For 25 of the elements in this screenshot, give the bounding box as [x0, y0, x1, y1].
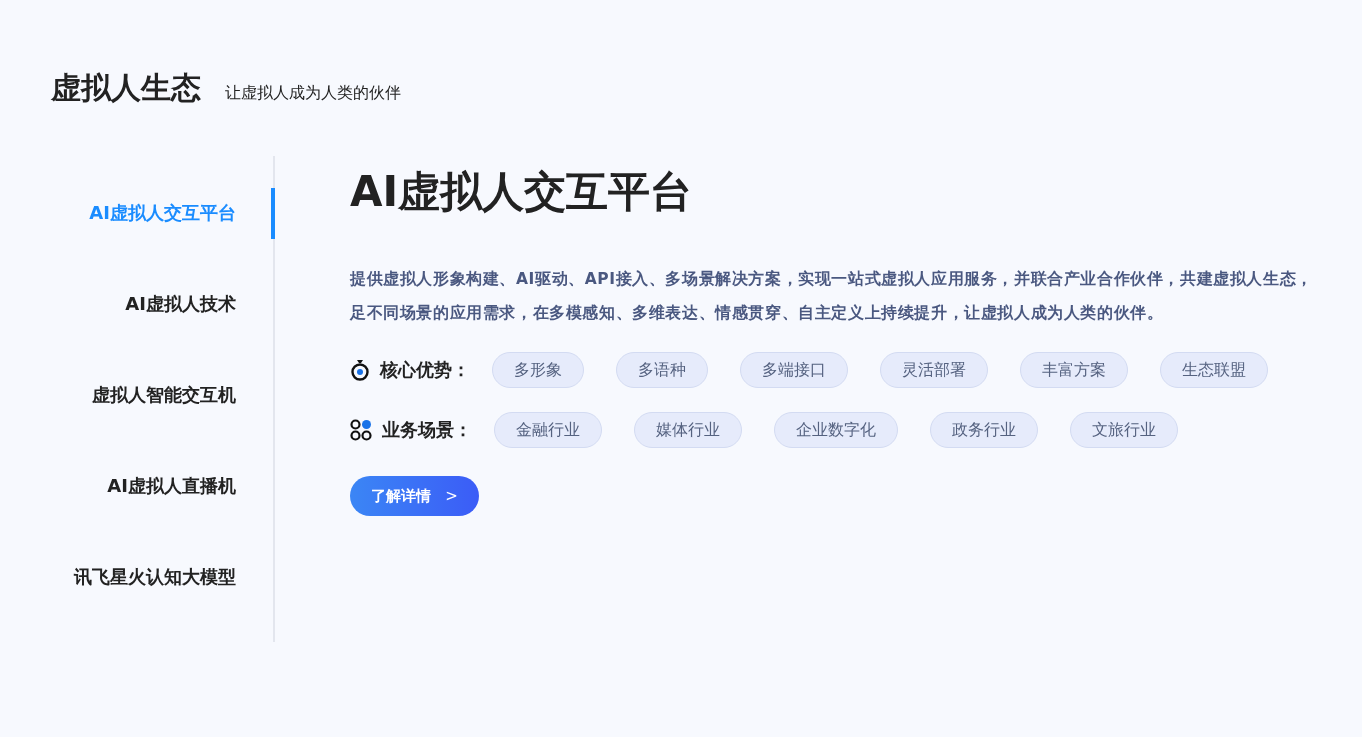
tag-chip[interactable]: 金融行业	[494, 412, 602, 448]
sidebar-item[interactable]: 讯飞星火认知大模型	[51, 551, 275, 602]
content-title: AI虚拟人交互平台	[350, 166, 694, 218]
sidebar-item[interactable]: 虚拟人智能交互机	[51, 369, 275, 421]
tag-chip[interactable]: 媒体行业	[634, 412, 742, 448]
tag-chip[interactable]: 政务行业	[930, 412, 1038, 448]
tag-chip[interactable]: 多形象	[492, 352, 584, 388]
sidebar-item[interactable]: AI虚拟人技术	[51, 278, 275, 330]
row-label: 核心优势：	[380, 358, 470, 382]
sidebar-item[interactable]: AI虚拟人交互平台	[51, 188, 275, 239]
tag-chip[interactable]: 生态联盟	[1160, 352, 1268, 388]
tag-chip[interactable]: 丰富方案	[1020, 352, 1128, 388]
tag-chip[interactable]: 企业数字化	[774, 412, 898, 448]
section-subtitle: 让虚拟人成为人类的伙伴	[225, 83, 401, 104]
tag-chip[interactable]: 多语种	[616, 352, 708, 388]
tag-chip[interactable]: 文旅行业	[1070, 412, 1178, 448]
tag-chip[interactable]: 多端接口	[740, 352, 848, 388]
section-title: 虚拟人生态	[51, 69, 201, 107]
grid-icon	[350, 419, 372, 441]
description-text: 提供虚拟人形象构建、AI驱动、API接入、多场景解决方案，实现一站式虚拟人应用服务，并联合产业合作伙伴，共建虚拟人生态， 足不同场景的应用需求，在多模感知、多维表达、情感贯穿、自主定义上持续提升，让虚拟人成为人类的伙伴。	[350, 269, 1313, 324]
medal-icon	[350, 359, 370, 381]
row-label: 业务场景：	[382, 418, 472, 442]
sidebar-item[interactable]: AI虚拟人直播机	[51, 460, 275, 512]
details-button[interactable]: 了解详情 >	[350, 476, 479, 516]
tag-chip[interactable]: 灵活部署	[880, 352, 988, 388]
